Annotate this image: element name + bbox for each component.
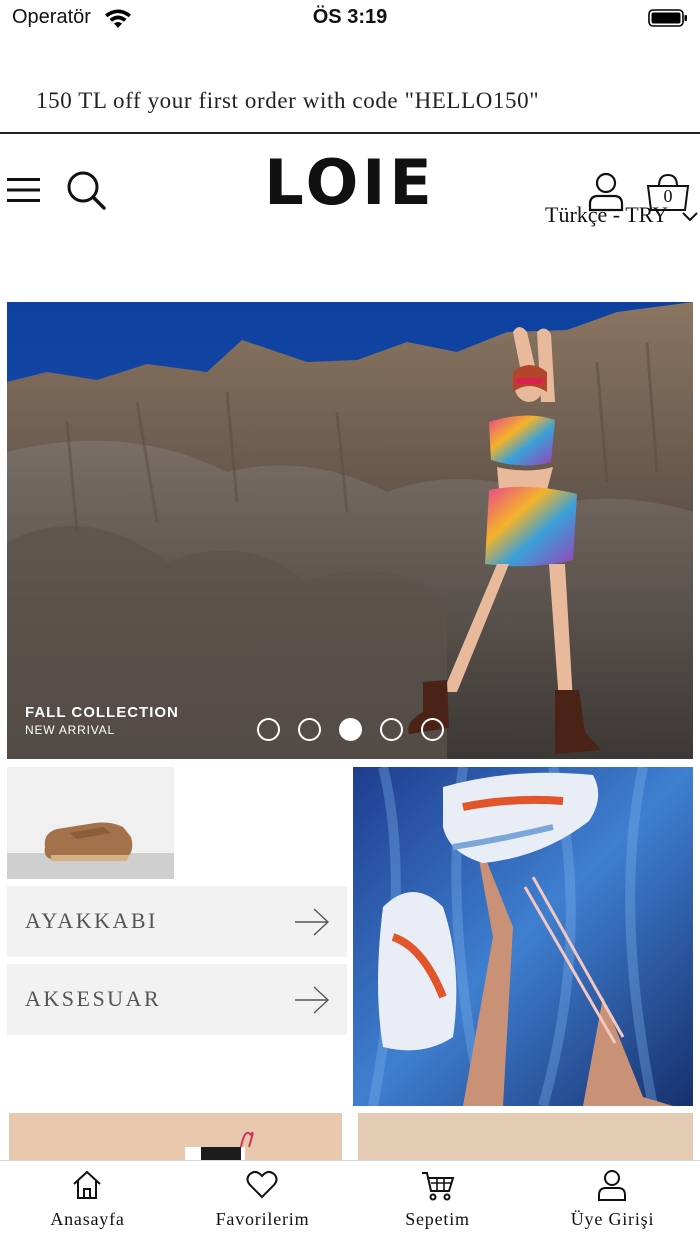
product-image <box>185 1131 254 1163</box>
status-time: ÖS 3:19 <box>312 6 388 28</box>
tab-label: Üye Girişi <box>570 1209 655 1229</box>
cart-icon <box>422 1172 455 1201</box>
promo-text: 150 TL off your first order with code "H… <box>36 88 540 113</box>
product-tile[interactable] <box>9 1113 342 1163</box>
chevron-down-icon[interactable] <box>682 212 698 222</box>
hero-image <box>7 302 693 759</box>
arrow-right-icon <box>295 908 330 936</box>
battery-icon <box>648 9 687 27</box>
user-icon <box>598 1170 626 1201</box>
tab-label: Favorilerim <box>215 1209 310 1229</box>
shoe-category-image[interactable] <box>7 767 174 879</box>
tab-login[interactable]: Üye Girişi <box>525 1161 700 1244</box>
sneaker-image <box>353 767 693 1106</box>
tab-cart[interactable]: Sepetim <box>350 1161 525 1244</box>
hero-title: FALL COLLECTION <box>25 704 179 721</box>
category-label: AYAKKABI <box>25 908 158 933</box>
tab-label: Sepetim <box>405 1209 470 1229</box>
category-aksesuar[interactable]: AKSESUAR <box>7 964 347 1035</box>
carousel-dots <box>257 718 444 741</box>
carousel-dot[interactable] <box>257 718 280 741</box>
carousel-dot[interactable] <box>380 718 403 741</box>
tab-favorites[interactable]: Favorilerim <box>175 1161 350 1244</box>
product-tile[interactable] <box>358 1113 693 1163</box>
promo-banner: 150 TL off your first order with code "H… <box>0 80 700 134</box>
sneaker-promo-image[interactable] <box>353 767 693 1106</box>
heart-icon <box>246 1170 278 1199</box>
carousel-dot[interactable] <box>421 718 444 741</box>
carousel-dot[interactable] <box>298 718 321 741</box>
site-header: LOIE 0 Türkçe - TRY <box>0 136 700 246</box>
loafer-image <box>7 767 174 879</box>
tab-label: Anasayfa <box>50 1209 125 1229</box>
category-label: AKSESUAR <box>25 986 162 1011</box>
arrow-right-icon <box>295 986 330 1014</box>
carousel-dot-active[interactable] <box>339 718 362 741</box>
hero-banner[interactable]: FALL COLLECTION NEW ARRIVAL <box>7 302 693 759</box>
language-currency-selector[interactable]: Türkçe - TRY <box>545 202 668 228</box>
hero-caption: FALL COLLECTION NEW ARRIVAL <box>25 704 179 737</box>
status-bar: Operatör ÖS 3:19 <box>0 0 700 40</box>
bottom-tab-bar: Anasayfa Favorilerim Sepetim Üye Girişi <box>0 1160 700 1244</box>
tab-home[interactable]: Anasayfa <box>0 1161 175 1244</box>
category-ayakkabi[interactable]: AYAKKABI <box>7 886 347 957</box>
hero-subtitle: NEW ARRIVAL <box>25 723 115 737</box>
home-icon <box>73 1170 101 1199</box>
